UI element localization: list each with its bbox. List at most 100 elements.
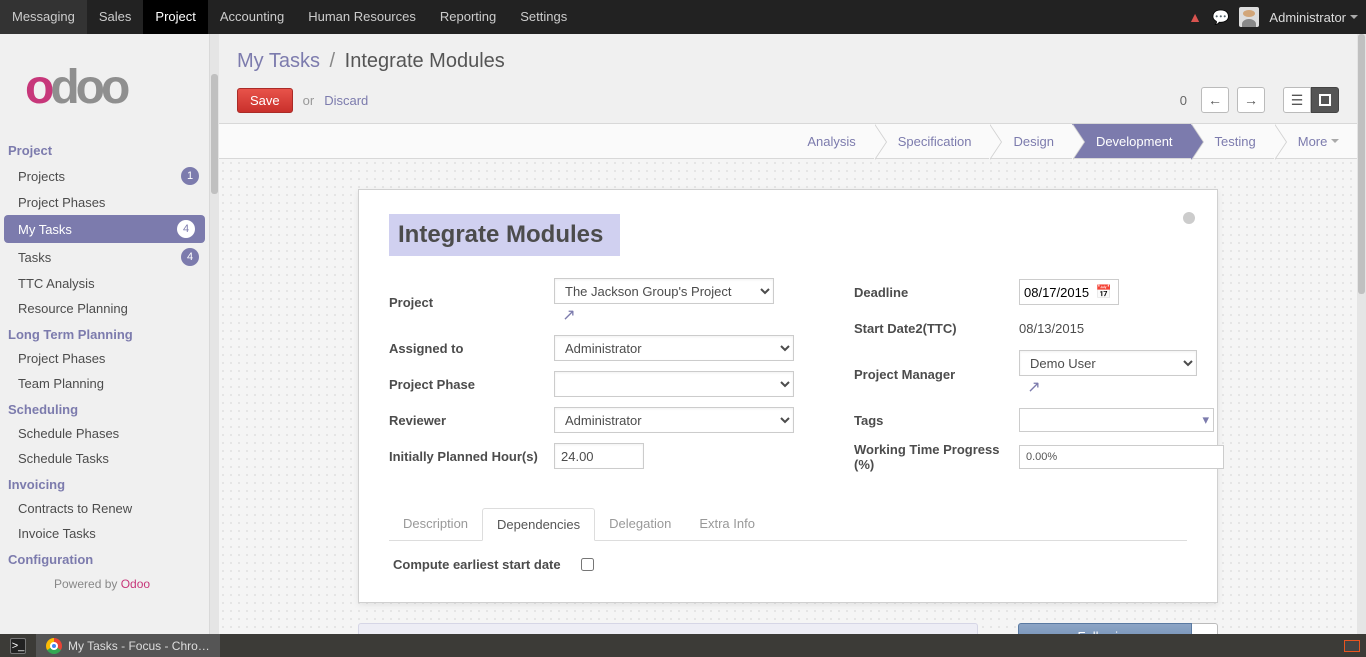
kanban-state-icon[interactable] xyxy=(1183,212,1195,224)
user-avatar-icon[interactable] xyxy=(1239,7,1259,27)
chrome-icon xyxy=(46,638,62,654)
progress-label: Working Time Progress (%) xyxy=(854,442,1019,472)
breadcrumb-separator: / xyxy=(330,50,336,72)
taskbar-terminal[interactable]: >_ xyxy=(0,634,36,657)
user-name-label: Administrator xyxy=(1269,10,1346,25)
top-menu-sales[interactable]: Sales xyxy=(87,0,144,34)
compute-earliest-checkbox[interactable] xyxy=(581,558,594,571)
tab-dependencies[interactable]: Dependencies xyxy=(482,508,595,541)
breadcrumb-parent[interactable]: My Tasks xyxy=(237,50,320,72)
project-manager-select[interactable]: Demo User xyxy=(1019,350,1197,376)
top-menu-accounting[interactable]: Accounting xyxy=(208,0,296,34)
deadline-input[interactable] xyxy=(1020,283,1094,302)
phase-select[interactable] xyxy=(554,371,794,397)
phase-label: Project Phase xyxy=(389,377,554,392)
nav-item-label: Contracts to Renew xyxy=(18,501,132,516)
nav-section-project[interactable]: Project xyxy=(0,137,209,162)
nav-item-team-planning[interactable]: Team Planning xyxy=(0,371,209,396)
nav-item-label: Schedule Phases xyxy=(18,426,119,441)
nav-item-schedule-tasks[interactable]: Schedule Tasks xyxy=(0,446,209,471)
tags-dropdown-icon: ▾ xyxy=(1202,412,1209,428)
save-button[interactable]: Save xyxy=(237,88,293,113)
planned-hours-input[interactable] xyxy=(554,443,644,469)
nav-section-configuration[interactable]: Configuration xyxy=(0,546,209,571)
stage-analysis[interactable]: Analysis xyxy=(783,124,873,158)
sidebar: odoo Project Projects 1 Project Phases M… xyxy=(0,34,210,634)
progress-input[interactable] xyxy=(1019,445,1224,469)
nav-badge: 4 xyxy=(177,220,195,238)
nav-item-label: Tasks xyxy=(18,250,51,265)
tabs: Description Dependencies Delegation Extr… xyxy=(389,508,1187,541)
assigned-label: Assigned to xyxy=(389,341,554,356)
pager-prev-button[interactable] xyxy=(1201,87,1229,113)
odoo-link[interactable]: Odoo xyxy=(121,577,150,591)
pager-next-button[interactable] xyxy=(1237,87,1265,113)
tab-description[interactable]: Description xyxy=(389,508,482,540)
tab-extra-info[interactable]: Extra Info xyxy=(685,508,769,540)
following-button[interactable]: Following xyxy=(1018,623,1192,634)
warning-icon[interactable]: ▲ xyxy=(1188,9,1202,25)
list-view-button[interactable] xyxy=(1283,87,1311,113)
nav-item-my-tasks[interactable]: My Tasks 4 xyxy=(4,215,205,243)
discard-button[interactable]: Discard xyxy=(324,93,368,108)
calendar-icon[interactable]: 📅 xyxy=(1094,284,1114,300)
nav-item-label: Team Planning xyxy=(18,376,104,391)
nav-item-lt-project-phases[interactable]: Project Phases xyxy=(0,346,209,371)
nav-item-schedule-phases[interactable]: Schedule Phases xyxy=(0,421,209,446)
nav-section-long-term[interactable]: Long Term Planning xyxy=(0,321,209,346)
nav-item-contracts-renew[interactable]: Contracts to Renew xyxy=(0,496,209,521)
nav-item-tasks[interactable]: Tasks 4 xyxy=(0,243,209,271)
nav-item-resource-planning[interactable]: Resource Planning xyxy=(0,296,209,321)
tags-label: Tags xyxy=(854,413,1019,428)
nav-item-project-phases[interactable]: Project Phases xyxy=(0,190,209,215)
reviewer-label: Reviewer xyxy=(389,413,554,428)
pm-external-link-icon[interactable]: ↗ xyxy=(1023,376,1045,398)
tab-body: Compute earliest start date xyxy=(389,541,1187,582)
top-menu-settings[interactable]: Settings xyxy=(508,0,579,34)
view-switcher xyxy=(1283,87,1339,113)
taskbar-show-desktop[interactable] xyxy=(1338,634,1366,657)
stage-specification[interactable]: Specification xyxy=(874,124,990,158)
record-title-input[interactable]: Integrate Modules xyxy=(389,214,620,256)
taskbar-chrome[interactable]: My Tasks - Focus - Chro… xyxy=(36,634,220,657)
user-menu-dropdown[interactable]: Administrator xyxy=(1269,10,1358,25)
terminal-icon: >_ xyxy=(10,638,26,654)
nav-item-label: Projects xyxy=(18,169,65,184)
compose-bar: Send a message or Log an internal note xyxy=(358,623,978,634)
deadline-date-input[interactable]: 📅 xyxy=(1019,279,1119,305)
nav-item-invoice-tasks[interactable]: Invoice Tasks xyxy=(0,521,209,546)
top-menu-project[interactable]: Project xyxy=(143,0,207,34)
main-scrollbar[interactable] xyxy=(1357,34,1366,634)
form-view-button[interactable] xyxy=(1311,87,1339,113)
project-external-link-icon[interactable]: ↗ xyxy=(558,304,580,326)
assigned-select[interactable]: Administrator xyxy=(554,335,794,361)
nav-item-label: Project Phases xyxy=(18,195,105,210)
nav-item-label: TTC Analysis xyxy=(18,276,95,291)
nav-item-label: My Tasks xyxy=(18,222,72,237)
reviewer-select[interactable]: Administrator xyxy=(554,407,794,433)
caret-down-icon xyxy=(1350,15,1358,19)
tab-delegation[interactable]: Delegation xyxy=(595,508,685,540)
breadcrumb: My Tasks / Integrate Modules xyxy=(237,50,1339,73)
sidebar-scrollbar[interactable] xyxy=(210,34,219,634)
project-select[interactable]: The Jackson Group's Project xyxy=(554,278,774,304)
taskbar-window-title: My Tasks - Focus - Chro… xyxy=(68,639,210,653)
stage-development[interactable]: Development xyxy=(1072,124,1191,158)
nav-item-projects[interactable]: Projects 1 xyxy=(0,162,209,190)
nav-section-scheduling[interactable]: Scheduling xyxy=(0,396,209,421)
following-dropdown-button[interactable] xyxy=(1192,623,1218,634)
show-desktop-icon xyxy=(1344,640,1360,652)
os-taskbar: >_ My Tasks - Focus - Chro… xyxy=(0,634,1366,657)
top-menu-messaging[interactable]: Messaging xyxy=(0,0,87,34)
chatter: Send a message or Log an internal note T… xyxy=(358,623,1218,634)
caret-down-icon xyxy=(1331,139,1339,143)
nav-item-ttc-analysis[interactable]: TTC Analysis xyxy=(0,271,209,296)
pager-count: 0 xyxy=(1180,93,1187,108)
form-content: Integrate Modules Project The Jackson Gr… xyxy=(219,159,1357,634)
tags-input[interactable]: ▾ xyxy=(1019,408,1214,432)
logo[interactable]: odoo xyxy=(0,34,209,137)
nav-section-invoicing[interactable]: Invoicing xyxy=(0,471,209,496)
top-menu-hr[interactable]: Human Resources xyxy=(296,0,428,34)
chat-icon[interactable]: 💬 xyxy=(1212,9,1229,26)
top-menu-reporting[interactable]: Reporting xyxy=(428,0,508,34)
